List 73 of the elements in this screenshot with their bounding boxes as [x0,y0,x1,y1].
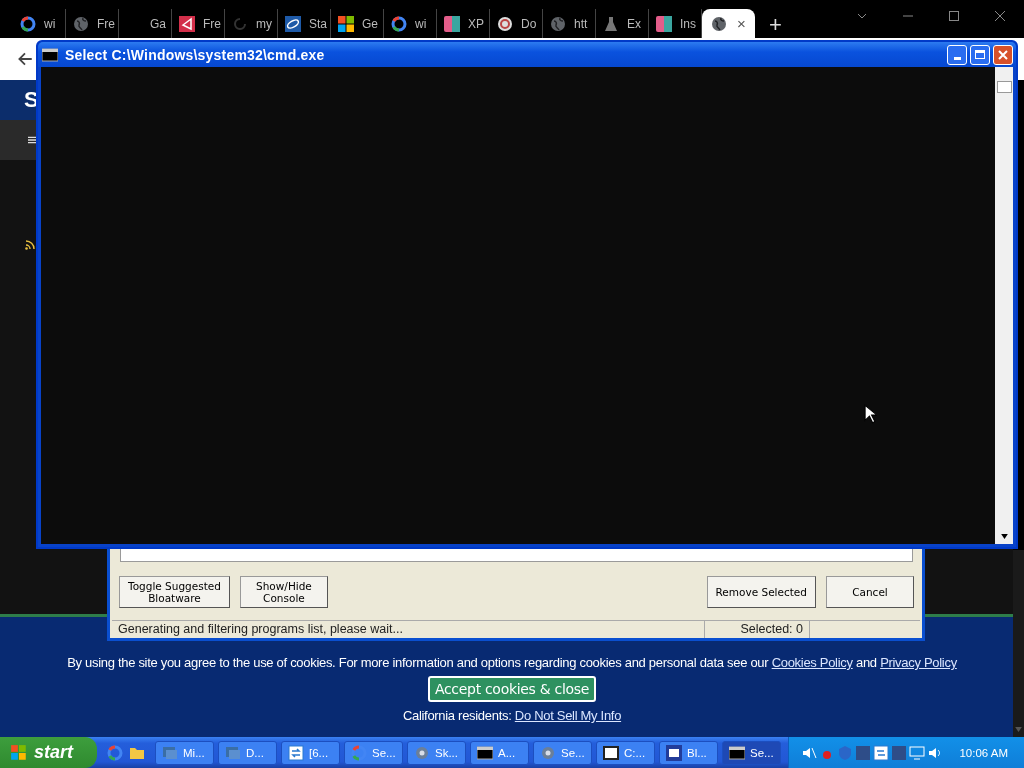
selected-count: Selected: 0 [705,621,810,638]
tile-icon [666,744,682,761]
window-title: Select C:\Windows\system32\cmd.exe [65,46,325,63]
scrollbar[interactable] [995,67,1013,544]
taskbar-button[interactable]: Bl... [659,740,718,765]
gear-icon [540,744,556,761]
arrow-icon [179,15,195,32]
browser-tab[interactable]: × [702,9,755,38]
ring-icon [20,15,36,32]
taskbar-button[interactable]: Se... [533,740,592,765]
ring-icon[interactable] [107,744,123,761]
button[interactable]: Cancel [826,576,914,608]
button[interactable]: Remove Selected [706,576,816,608]
menu-icon[interactable] [28,135,37,145]
spiral-icon [497,15,513,32]
console-icon [729,744,745,761]
monitor-icon[interactable] [909,744,926,761]
back-arrow-icon[interactable] [16,50,34,68]
maximize-button[interactable] [970,44,990,65]
taskbar-button[interactable]: Mi... [155,740,214,765]
flask-icon [603,15,619,32]
four-squares-icon [338,15,354,32]
close-button[interactable] [993,44,1013,65]
minimize-button[interactable] [947,44,967,65]
rss-icon [25,240,35,250]
tile-icon [656,15,672,32]
button[interactable]: Show/Hide Console [239,576,328,608]
gear-icon [414,744,430,761]
console-icon [477,744,493,761]
sync-icon[interactable] [873,744,890,761]
taskbar-button[interactable]: C:... [596,740,655,765]
scroll-thumb[interactable] [996,81,1012,93]
taskbar-button[interactable]: D... [218,740,277,765]
pointer-icon [864,404,877,424]
badge-icon [285,15,301,32]
taskbar-button[interactable]: A... [470,740,529,765]
ring-icon [351,744,367,761]
new-tab-button[interactable]: + [769,14,782,36]
scroll-down-icon[interactable] [1000,534,1008,539]
close-icon [998,49,1008,60]
close-button[interactable]: × [737,15,746,32]
accept-button[interactable]: Accept cookies & close [427,676,597,702]
flag-icon [10,743,28,762]
cookie-notice-text: By using the site you agree to the use of cookies. For more information and options regarding cookies and personal data see our Cookies Policy and Privacy Policy [67,655,957,670]
square-icon[interactable] [855,744,872,761]
swirl-icon [232,15,248,32]
list-box[interactable] [120,549,913,562]
link[interactable]: Privacy Policy [880,655,957,670]
start-button[interactable]: start [0,737,97,768]
status-text: Generating and filtering programs list, please wait... [112,621,705,638]
privacy-notice-text: California residents: Do Not Sell My Info [402,708,622,723]
taskbar-button[interactable]: Se... [344,740,403,765]
tile-icon [444,15,460,32]
close-icon[interactable] [994,10,1006,22]
link[interactable]: Cookies Policy [771,655,853,670]
clock: 10:06 AM [959,746,1008,759]
window-icon [225,744,241,761]
archive-icon [603,744,619,761]
maximize-icon[interactable] [948,10,960,22]
scrollbar[interactable] [1013,550,1024,737]
globe-icon [550,15,566,32]
taskbar-button[interactable]: Sk... [407,740,466,765]
globe-icon [711,15,727,32]
link[interactable]: Do Not Sell My Info [514,708,622,723]
button[interactable]: Toggle Suggested Bloatware [119,576,230,608]
globe-icon [73,15,89,32]
window-icon [162,744,178,761]
taskbar-button[interactable]: [6... [281,740,340,765]
taskbar-button[interactable]: Se... [722,740,781,765]
sync-icon [288,744,304,761]
console-icon [42,46,58,63]
square-icon[interactable] [891,744,908,761]
ring-icon [391,15,407,32]
